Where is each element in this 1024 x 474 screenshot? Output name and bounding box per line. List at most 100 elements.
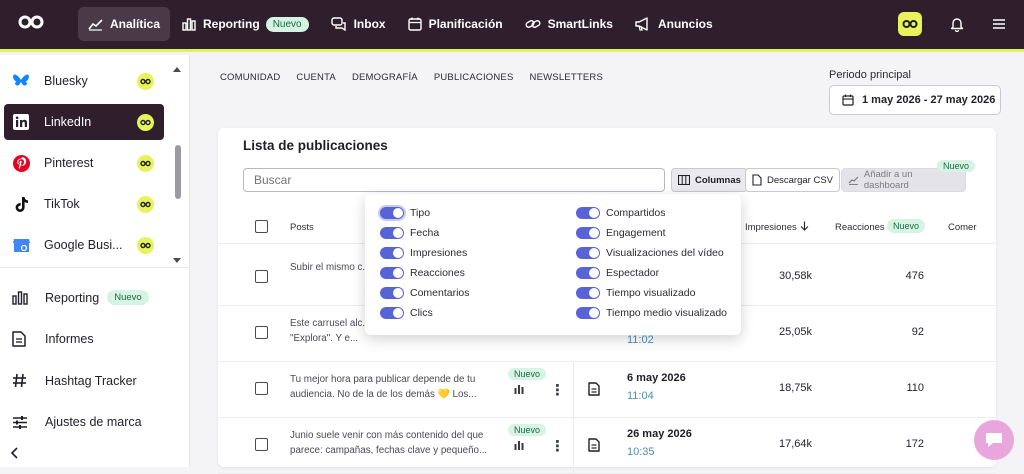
- brand-badge-icon: [137, 73, 154, 90]
- toggle-switch[interactable]: [576, 307, 600, 319]
- new-badge: Nuevo: [508, 368, 547, 380]
- column-toggle-tiempo-visualizado[interactable]: Tiempo visualizado: [576, 287, 696, 299]
- row-checkbox[interactable]: [255, 382, 268, 395]
- calendar-icon: [842, 94, 854, 106]
- sidebar-item-google-business[interactable]: Google Busi...: [4, 227, 164, 263]
- nav-planificacion[interactable]: Planificación: [398, 7, 513, 41]
- toggle-switch[interactable]: [576, 227, 600, 239]
- sidebar-scroll-thumb[interactable]: [175, 145, 181, 199]
- more-options-icon[interactable]: ⋮: [550, 437, 565, 455]
- bar-chart-icon: [12, 290, 30, 305]
- more-options-icon[interactable]: ⋮: [550, 381, 565, 399]
- toggle-switch[interactable]: [576, 267, 600, 279]
- column-toggle-clics[interactable]: Clics: [380, 307, 433, 319]
- download-csv-button[interactable]: Descargar CSV: [745, 168, 840, 192]
- column-toggle-engagement[interactable]: Engagement: [576, 227, 666, 239]
- toggle-switch[interactable]: [380, 287, 404, 299]
- row-checkbox[interactable]: [255, 270, 268, 283]
- column-toggle-visualizaciones-video[interactable]: Visualizaciones del vídeo: [576, 247, 724, 259]
- column-toggle-tiempo-medio[interactable]: Tiempo medio visualizado: [576, 307, 727, 319]
- google-business-icon: [12, 236, 30, 254]
- tab-demografia[interactable]: DEMOGRAFÍA: [352, 72, 418, 83]
- row-checkbox[interactable]: [255, 326, 268, 339]
- table-row[interactable]: Junio suele venir con más contenido del …: [218, 418, 996, 474]
- reactions-value: 476: [905, 270, 924, 282]
- toggle-switch[interactable]: [380, 207, 404, 219]
- nav-reporting[interactable]: Reporting Nuevo: [172, 7, 319, 41]
- date-range-picker[interactable]: 1 may 2026 - 27 may 2026: [829, 85, 1001, 115]
- toggle-switch[interactable]: [380, 267, 404, 279]
- toggle-switch[interactable]: [576, 247, 600, 259]
- tab-comunidad[interactable]: COMUNIDAD: [220, 72, 280, 83]
- column-toggle-comentarios[interactable]: Comentarios: [380, 287, 470, 299]
- sidebar-item-pinterest[interactable]: Pinterest: [4, 145, 164, 181]
- bluesky-icon: [12, 72, 30, 90]
- column-option-label: Espectador: [606, 267, 660, 279]
- search-input[interactable]: [243, 168, 665, 192]
- csv-label: Descargar CSV: [767, 174, 833, 186]
- nav-label: Inbox: [353, 17, 386, 31]
- chart-line-icon: [848, 176, 859, 185]
- sidebar-item-hashtag-tracker[interactable]: Hashtag Tracker: [12, 360, 149, 402]
- header-posts[interactable]: Posts: [290, 222, 314, 233]
- table-row[interactable]: Tu mejor hora para publicar depende de t…: [218, 362, 996, 418]
- sidebar-item-label: Hashtag Tracker: [45, 373, 137, 388]
- sidebar-item-informes[interactable]: Informes: [12, 319, 149, 361]
- stats-bars-icon[interactable]: [514, 384, 524, 394]
- tools-list: Reporting Nuevo Informes Hashtag Tracker…: [12, 277, 149, 443]
- post-text: Junio suele venir con más contenido del …: [290, 430, 488, 456]
- tab-newsletters[interactable]: NEWSLETTERS: [530, 72, 603, 83]
- header-comments[interactable]: Comer: [948, 222, 977, 233]
- nav-smartlinks[interactable]: SmartLinks: [515, 7, 623, 41]
- hashtag-icon: [12, 373, 30, 388]
- card-title: Lista de publicaciones: [243, 138, 388, 153]
- column-toggle-espectador[interactable]: Espectador: [576, 267, 659, 279]
- chart-line-icon: [88, 18, 103, 31]
- sidebar-item-tiktok[interactable]: TikTok: [4, 186, 164, 222]
- toggle-switch[interactable]: [576, 287, 600, 299]
- impressions-value: 25,05k: [778, 326, 812, 338]
- header-impressions[interactable]: Impresiones: [745, 222, 797, 233]
- impressions-value: 30,58k: [778, 270, 812, 282]
- toggle-switch[interactable]: [576, 207, 600, 219]
- calendar-icon: [407, 17, 422, 31]
- header-reactions[interactable]: Reacciones: [835, 222, 885, 233]
- hamburger-menu-icon[interactable]: [992, 18, 1006, 30]
- column-toggle-reacciones[interactable]: Reacciones: [380, 267, 465, 279]
- sort-down-arrow-icon[interactable]: [800, 221, 809, 231]
- collapse-sidebar-icon[interactable]: [10, 447, 20, 459]
- select-all-checkbox[interactable]: [255, 220, 268, 233]
- nav-analitica[interactable]: Analítica: [78, 7, 171, 41]
- columns-label: Columnas: [695, 174, 741, 186]
- nav-inbox[interactable]: Inbox: [321, 7, 396, 41]
- column-toggle-tipo[interactable]: Tipo: [380, 207, 430, 219]
- metricool-logo-icon[interactable]: [18, 14, 44, 30]
- sidebar-item-label: Pinterest: [44, 156, 94, 170]
- brand-switcher-icon[interactable]: [898, 12, 922, 36]
- toggle-switch[interactable]: [380, 227, 404, 239]
- tab-publicaciones[interactable]: PUBLICACIONES: [434, 72, 514, 83]
- sidebar-item-linkedin[interactable]: LinkedIn: [4, 104, 164, 140]
- linkedin-icon: [12, 113, 30, 131]
- sidebar: Bluesky LinkedIn Pinterest TikTok Google…: [0, 55, 190, 467]
- sidebar-item-reporting[interactable]: Reporting Nuevo: [12, 277, 149, 319]
- column-toggle-impresiones[interactable]: Impresiones: [380, 247, 467, 259]
- column-toggle-fecha[interactable]: Fecha: [380, 227, 439, 239]
- toggle-switch[interactable]: [380, 307, 404, 319]
- toggle-switch[interactable]: [380, 247, 404, 259]
- nav-anuncios[interactable]: Anuncios: [625, 7, 723, 41]
- columns-button[interactable]: Columnas: [671, 168, 748, 192]
- sidebar-item-ajustes-de-marca[interactable]: Ajustes de marca: [12, 402, 149, 444]
- row-checkbox[interactable]: [255, 438, 268, 451]
- nav-label: SmartLinks: [547, 17, 613, 31]
- column-toggle-compartidos[interactable]: Compartidos: [576, 207, 666, 219]
- chat-support-button[interactable]: [974, 420, 1014, 460]
- main-nav: Analítica Reporting Nuevo Inbox Planific…: [78, 7, 725, 41]
- stats-bars-icon[interactable]: [514, 440, 524, 450]
- brand-badge-icon: [137, 196, 154, 213]
- pinterest-icon: [12, 154, 30, 172]
- bell-icon[interactable]: [950, 16, 964, 32]
- sidebar-item-bluesky[interactable]: Bluesky: [4, 63, 164, 99]
- tab-cuenta[interactable]: CUENTA: [296, 72, 336, 83]
- impressions-value: 18,75k: [778, 382, 812, 394]
